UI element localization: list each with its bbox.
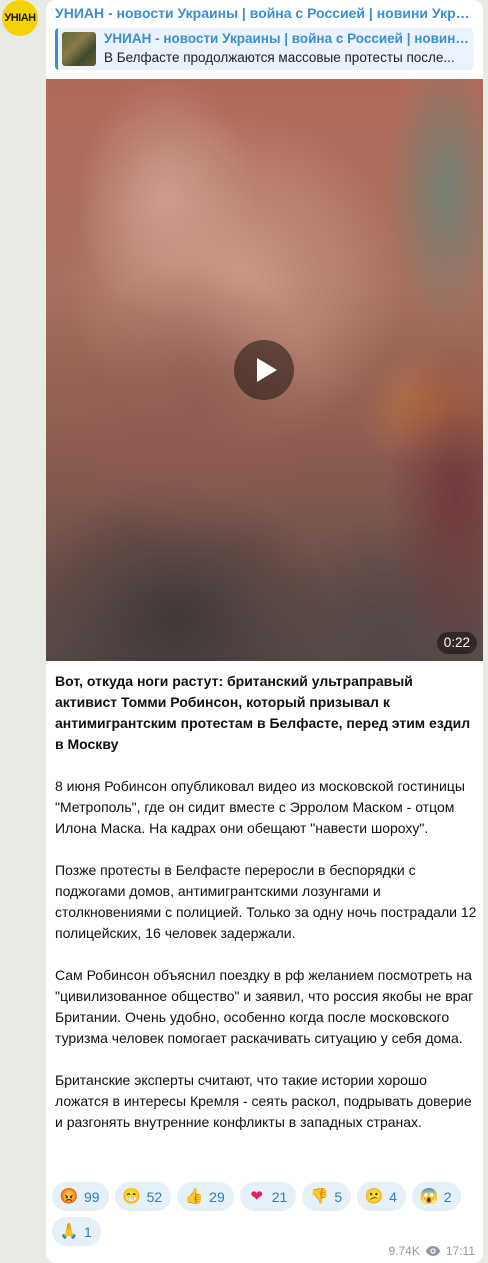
message-paragraph: Британские эксперты считают, что такие и… <box>55 1072 472 1130</box>
message-paragraph: 8 июня Робинсон опубликовал видео из мос… <box>55 778 465 836</box>
reaction-count: 52 <box>146 1188 163 1205</box>
thumbs-down-icon: 👎 <box>309 1187 329 1205</box>
grin-face-icon: 😁 <box>122 1187 141 1205</box>
message-headline: Вот, откуда ноги растут: британский ульт… <box>55 673 471 752</box>
play-icon[interactable] <box>234 340 294 400</box>
message-meta: 9.74K 17:11 <box>389 1244 476 1258</box>
reaction-count: 5 <box>334 1188 343 1205</box>
channel-avatar[interactable]: УНІАН <box>2 0 38 36</box>
message-paragraph: Позже протесты в Белфасте переросли в бе… <box>55 862 477 941</box>
reaction-count: 21 <box>271 1188 288 1205</box>
view-count: 9.74K <box>388 1244 420 1258</box>
angry-face-icon: 😡 <box>59 1187 79 1205</box>
reply-title: УНИАН - новости Украины | война с Россие… <box>104 31 470 46</box>
message-time: 17:11 <box>445 1244 475 1258</box>
reaction-pray[interactable]: 🙏 1 <box>52 1217 101 1246</box>
channel-name[interactable]: УНИАН - новости Украины | война с Россие… <box>55 5 475 21</box>
reaction-thumbs-down[interactable]: 👎 5 <box>302 1182 352 1211</box>
scream-face-icon: 😱 <box>419 1187 439 1205</box>
thumbs-up-icon: 👍 <box>184 1187 204 1205</box>
reply-text: В Белфасте продолжаются массовые протест… <box>104 50 455 65</box>
reaction-count: 1 <box>84 1223 92 1240</box>
reactions-bar: 😡 99 😁 52 👍 29 ❤ 21 👎 5 😕 4 😱 2 🙏 1 <box>52 1182 477 1246</box>
reaction-scream[interactable]: 😱 2 <box>411 1182 461 1211</box>
reaction-count: 29 <box>209 1188 225 1205</box>
reply-accent-bar <box>55 28 58 70</box>
video-duration: 0:22 <box>436 632 477 654</box>
message-text: Вот, откуда ноги растут: британский ульт… <box>55 671 477 1154</box>
eye-icon <box>425 1246 441 1256</box>
confused-face-icon: 😕 <box>364 1187 384 1205</box>
reaction-count: 2 <box>443 1188 452 1205</box>
reaction-heart[interactable]: ❤ 21 <box>239 1182 297 1211</box>
reaction-angry[interactable]: 😡 99 <box>52 1182 109 1211</box>
reaction-count: 4 <box>389 1188 397 1205</box>
heart-icon: ❤ <box>250 1187 264 1205</box>
message-paragraph: Сам Робинсон объяснил поездку в рф желан… <box>55 967 474 1046</box>
video-player[interactable]: 0:22 <box>46 79 483 661</box>
reaction-thumbs-up[interactable]: 👍 29 <box>177 1182 234 1211</box>
reaction-confused[interactable]: 😕 4 <box>357 1182 406 1211</box>
reply-preview[interactable]: УНИАН - новости Украины | война с Россие… <box>55 28 473 70</box>
reaction-count: 99 <box>84 1188 100 1205</box>
pray-icon: 🙏 <box>59 1222 79 1240</box>
reply-thumbnail <box>62 32 96 66</box>
message-bubble: УНИАН - новости Украины | война с Россие… <box>46 0 483 1263</box>
reaction-grin[interactable]: 😁 52 <box>114 1182 172 1211</box>
